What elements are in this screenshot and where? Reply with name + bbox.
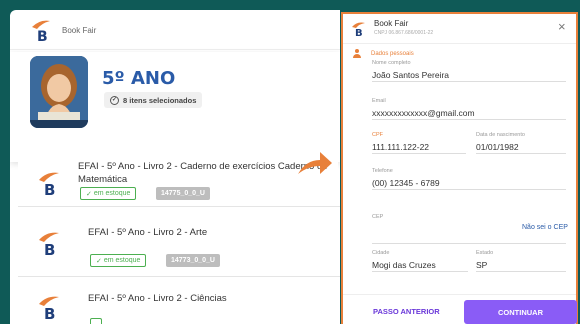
stock-tag [90,318,102,324]
state-field[interactable]: Estado SP [476,250,566,272]
cep-label: CEP [372,214,384,220]
grade-title: 5º ANO [102,68,176,89]
birth-date-field[interactable]: Data de nascimento 01/01/1982 [476,132,566,154]
panel-cnpj: CNPJ 06.867.686/0001-22 [374,30,434,36]
item-title: EFAI - 5º Ano - Livro 2 - Arte [88,227,208,238]
close-icon[interactable]: × [558,20,566,34]
divider [18,206,340,207]
check-circle-icon: ✓ [110,95,119,105]
checkout-panel: B Book Fair CNPJ 06.867.686/0001-22 × Da… [341,12,578,324]
previous-step-button[interactable]: PASSO ANTERIOR [373,307,440,316]
continue-button[interactable]: CONTINUAR [464,300,577,324]
svg-text:B: B [44,305,55,320]
section-title: Dados pessoais [353,49,414,58]
person-icon [353,49,361,58]
name-label: Nome completo [372,60,411,66]
item-title: EFAI - 5º Ano - Livro 2 - Ciências [88,293,227,304]
cpf-field[interactable]: CPF 111.111.122-22 [372,132,466,154]
svg-text:B: B [355,28,363,37]
list-item[interactable]: B EFAI - 5º Ano - Livro 2 - Arte ✓ em es… [18,216,338,272]
book-logo-icon: B [39,296,59,320]
stock-tag: ✓ em estoque [80,187,137,200]
cpf-label: CPF [372,132,383,138]
stock-tag: ✓ em estoque [90,254,147,267]
state-label: Estado [476,250,494,256]
state-input[interactable]: SP [476,258,566,272]
divider [18,276,340,277]
city-input[interactable]: Mogi das Cruzes [372,258,468,272]
list-item[interactable]: B EFAI - 5º Ano - Livro 2 - Ciências [18,282,338,324]
book-fair-logo: B [32,20,50,43]
app-name: Book Fair [62,26,97,35]
phone-label: Telefone [372,168,393,174]
svg-text:B: B [44,181,55,196]
arrow-right-icon [298,152,332,174]
list-item[interactable]: B EFAI - 5º Ano - Livro 2 - Caderno de e… [18,156,338,204]
book-fair-logo: B [352,22,365,37]
svg-text:B: B [44,241,55,256]
selected-count-badge: ✓ 8 itens selecionados [104,92,203,108]
email-input[interactable]: xxxxxxxxxxxxx@gmail.com [372,106,566,120]
code-tag: 14773_0_0_U [166,254,220,267]
city-field[interactable]: Cidade Mogi das Cruzes [372,250,468,272]
grade-summary-card: 5º ANO ✓ 8 itens selecionados [10,52,340,162]
birth-date-input[interactable]: 01/01/1982 [476,140,566,154]
phone-input[interactable]: (00) 12345 - 6789 [372,176,566,190]
birth-date-label: Data de nascimento [476,132,525,138]
book-logo-icon: B [39,172,59,196]
name-input[interactable]: João Santos Pereira [372,68,566,82]
code-tag: 14775_0_0_U [156,187,210,200]
name-field[interactable]: Nome completo João Santos Pereira [372,60,566,82]
email-label: Email [372,98,386,104]
panel-header: B Book Fair CNPJ 06.867.686/0001-22 × [343,14,576,44]
city-label: Cidade [372,250,390,256]
unknown-cep-link[interactable]: Não sei o CEP [522,224,568,231]
book-logo-icon: B [39,232,59,256]
panel-footer: PASSO ANTERIOR CONTINUAR [343,294,577,324]
panel-title: Book Fair [374,19,409,28]
student-photo [30,56,88,128]
svg-text:B: B [37,29,48,43]
email-field[interactable]: Email xxxxxxxxxxxxx@gmail.com [372,98,566,120]
cpf-input[interactable]: 111.111.122-22 [372,140,466,154]
selected-count-text: 8 itens selecionados [123,95,197,105]
phone-field[interactable]: Telefone (00) 12345 - 6789 [372,168,566,190]
page-header: B Book Fair [10,10,340,50]
